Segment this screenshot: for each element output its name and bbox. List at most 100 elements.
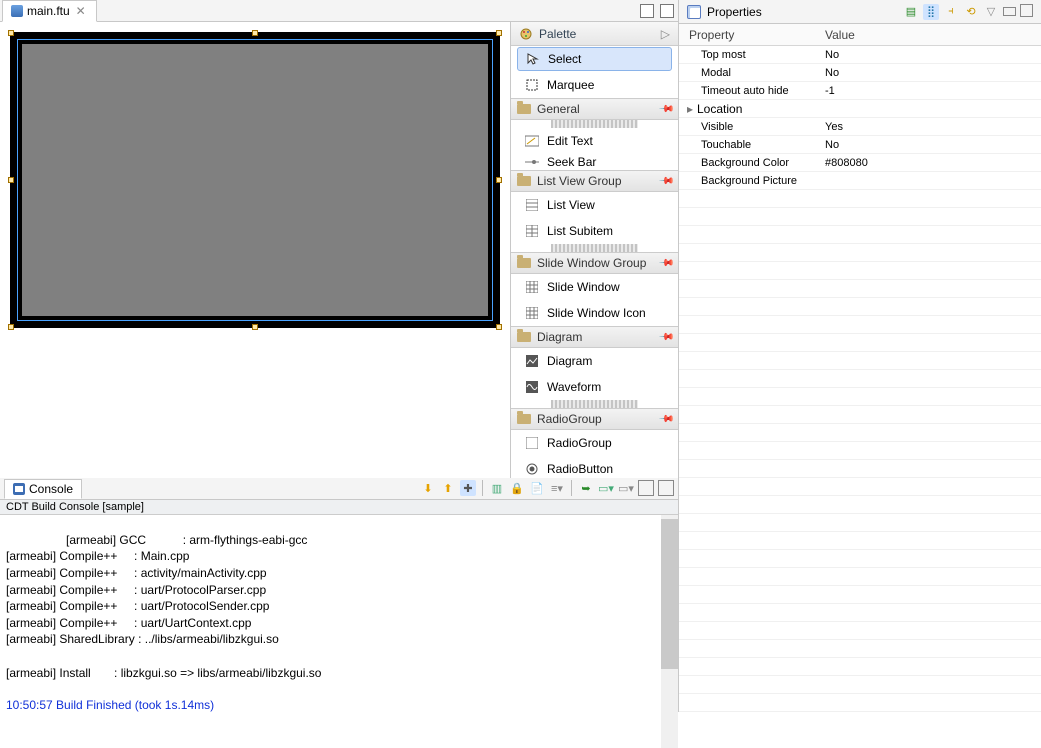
console-dropdown-icon[interactable]: ▭▾ — [618, 480, 634, 496]
pin-icon[interactable]: 📌 — [657, 173, 674, 190]
prop-row-bgcolor[interactable]: Background Color#808080 — [679, 154, 1041, 172]
prop-value[interactable]: No — [819, 49, 1041, 61]
prop-row-visible[interactable]: VisibleYes — [679, 118, 1041, 136]
palette-item-slide-window[interactable]: Slide Window — [511, 274, 678, 300]
clear-icon[interactable]: 📄 — [529, 480, 545, 496]
scrollbar[interactable] — [661, 515, 678, 748]
palette-item-waveform[interactable]: Waveform — [511, 374, 678, 400]
canvas-surface[interactable] — [22, 44, 488, 316]
chevron-right-icon[interactable]: ▷ — [661, 27, 670, 41]
palette-section-label: RadioGroup — [537, 412, 602, 426]
canvas-frame[interactable] — [10, 32, 500, 328]
prop-value[interactable]: #808080 — [819, 157, 1041, 169]
palette-item-diagram[interactable]: Diagram — [511, 348, 678, 374]
chart-icon — [525, 354, 539, 368]
prop-row-empty — [679, 442, 1041, 460]
prop-row-timeout[interactable]: Timeout auto hide-1 — [679, 82, 1041, 100]
prop-row-location[interactable]: ▸Location — [679, 100, 1041, 118]
filter-icon[interactable]: ⫞ — [943, 4, 959, 20]
pin-icon[interactable]: 📌 — [657, 101, 674, 118]
console-icon — [13, 483, 25, 495]
pin-icon[interactable]: 📌 — [657, 411, 674, 428]
maximize-icon[interactable] — [660, 4, 674, 18]
arrow-up-icon[interactable]: ⬆ — [440, 480, 456, 496]
resize-handle[interactable] — [496, 30, 502, 36]
prop-row-modal[interactable]: ModalNo — [679, 64, 1041, 82]
new-console-icon[interactable]: ▭▾ — [598, 480, 614, 496]
prop-row-empty — [679, 352, 1041, 370]
arrow-down-icon[interactable]: ⬇ — [420, 480, 436, 496]
resize-handle[interactable] — [252, 324, 258, 330]
prop-value[interactable]: No — [819, 139, 1041, 151]
chevron-right-icon[interactable]: ▸ — [687, 102, 697, 116]
maximize-view-icon[interactable] — [1020, 4, 1033, 17]
show-categories-icon[interactable]: ▤ — [903, 4, 919, 20]
resize-handle[interactable] — [496, 177, 502, 183]
design-canvas-area[interactable] — [0, 22, 510, 482]
pin-console-icon[interactable]: ✚ — [460, 480, 476, 496]
scrollbar-thumb[interactable] — [661, 519, 678, 669]
palette-item-seek-bar[interactable]: Seek Bar — [511, 154, 678, 170]
prop-row-empty — [679, 208, 1041, 226]
maximize-view-icon[interactable] — [658, 480, 674, 496]
show-advanced-icon[interactable]: ⣿ — [923, 4, 939, 20]
lock-icon[interactable]: 🔒 — [509, 480, 525, 496]
minimize-view-icon[interactable] — [638, 480, 654, 496]
radiogroup-icon — [525, 436, 539, 450]
palette-section-radiogroup[interactable]: RadioGroup 📌 — [511, 408, 678, 430]
console-output[interactable]: [armeabi] GCC : arm-flythings-eabi-gcc [… — [0, 515, 678, 748]
palette-section-slidewindow[interactable]: Slide Window Group 📌 — [511, 252, 678, 274]
prop-row-top-most[interactable]: Top mostNo — [679, 46, 1041, 64]
prop-value[interactable]: No — [819, 67, 1041, 79]
prop-value[interactable]: Yes — [819, 121, 1041, 133]
palette-item-label: RadioGroup — [547, 436, 612, 450]
restore-defaults-icon[interactable]: ⟲ — [963, 4, 979, 20]
display-selected-icon[interactable]: ▥ — [489, 480, 505, 496]
minimize-icon[interactable] — [640, 4, 654, 18]
palette-title[interactable]: Palette ▷ — [511, 22, 678, 46]
pin-icon[interactable]: 📌 — [657, 329, 674, 346]
palette-item-label: Marquee — [547, 78, 594, 92]
view-menu-icon[interactable]: ▽ — [983, 4, 999, 20]
marquee-icon — [525, 78, 539, 92]
pin-icon[interactable]: 📌 — [657, 255, 674, 272]
palette-section-general[interactable]: General 📌 — [511, 98, 678, 120]
resize-handle[interactable] — [8, 324, 14, 330]
resize-handle[interactable] — [8, 177, 14, 183]
palette-section-listview[interactable]: List View Group 📌 — [511, 170, 678, 192]
open-console-icon[interactable]: ➥ — [578, 480, 594, 496]
prop-row-empty — [679, 244, 1041, 262]
col-property[interactable]: Property — [679, 28, 819, 42]
palette-tool-marquee[interactable]: Marquee — [511, 72, 678, 98]
close-icon[interactable]: ✕ — [74, 4, 88, 18]
resize-handle[interactable] — [496, 324, 502, 330]
palette-section-diagram[interactable]: Diagram 📌 — [511, 326, 678, 348]
drag-handle[interactable] — [551, 244, 638, 252]
palette-item-edit-text[interactable]: Edit Text — [511, 128, 678, 154]
prop-row-empty — [679, 586, 1041, 604]
palette-item-list-view[interactable]: List View — [511, 192, 678, 218]
prop-row-empty — [679, 280, 1041, 298]
console-tab[interactable]: Console — [4, 479, 82, 499]
resize-handle[interactable] — [252, 30, 258, 36]
scroll-lock-icon[interactable]: ≡▾ — [549, 480, 565, 496]
prop-row-touchable[interactable]: TouchableNo — [679, 136, 1041, 154]
palette-item-radiogroup[interactable]: RadioGroup — [511, 430, 678, 456]
palette-icon — [519, 27, 533, 41]
cursor-icon — [526, 52, 540, 66]
palette-item-slide-window-icon[interactable]: Slide Window Icon — [511, 300, 678, 326]
drag-handle[interactable] — [551, 120, 638, 128]
prop-row-empty — [679, 532, 1041, 550]
prop-row-bgpic[interactable]: Background Picture — [679, 172, 1041, 190]
minimize-view-icon[interactable] — [1003, 7, 1016, 16]
resize-handle[interactable] — [8, 30, 14, 36]
col-value[interactable]: Value — [819, 28, 1041, 42]
seekbar-icon — [525, 155, 539, 169]
drag-handle[interactable] — [551, 400, 638, 408]
palette-tool-select[interactable]: Select — [517, 47, 672, 71]
console-pane: Console ⬇ ⬆ ✚ ▥ 🔒 📄 ≡▾ ➥ ▭▾ ▭▾ — [0, 478, 678, 748]
prop-value[interactable]: -1 — [819, 85, 1041, 97]
palette-item-list-subitem[interactable]: List Subitem — [511, 218, 678, 244]
prop-row-empty — [679, 550, 1041, 568]
editor-tab-main[interactable]: main.ftu ✕ — [2, 0, 97, 22]
